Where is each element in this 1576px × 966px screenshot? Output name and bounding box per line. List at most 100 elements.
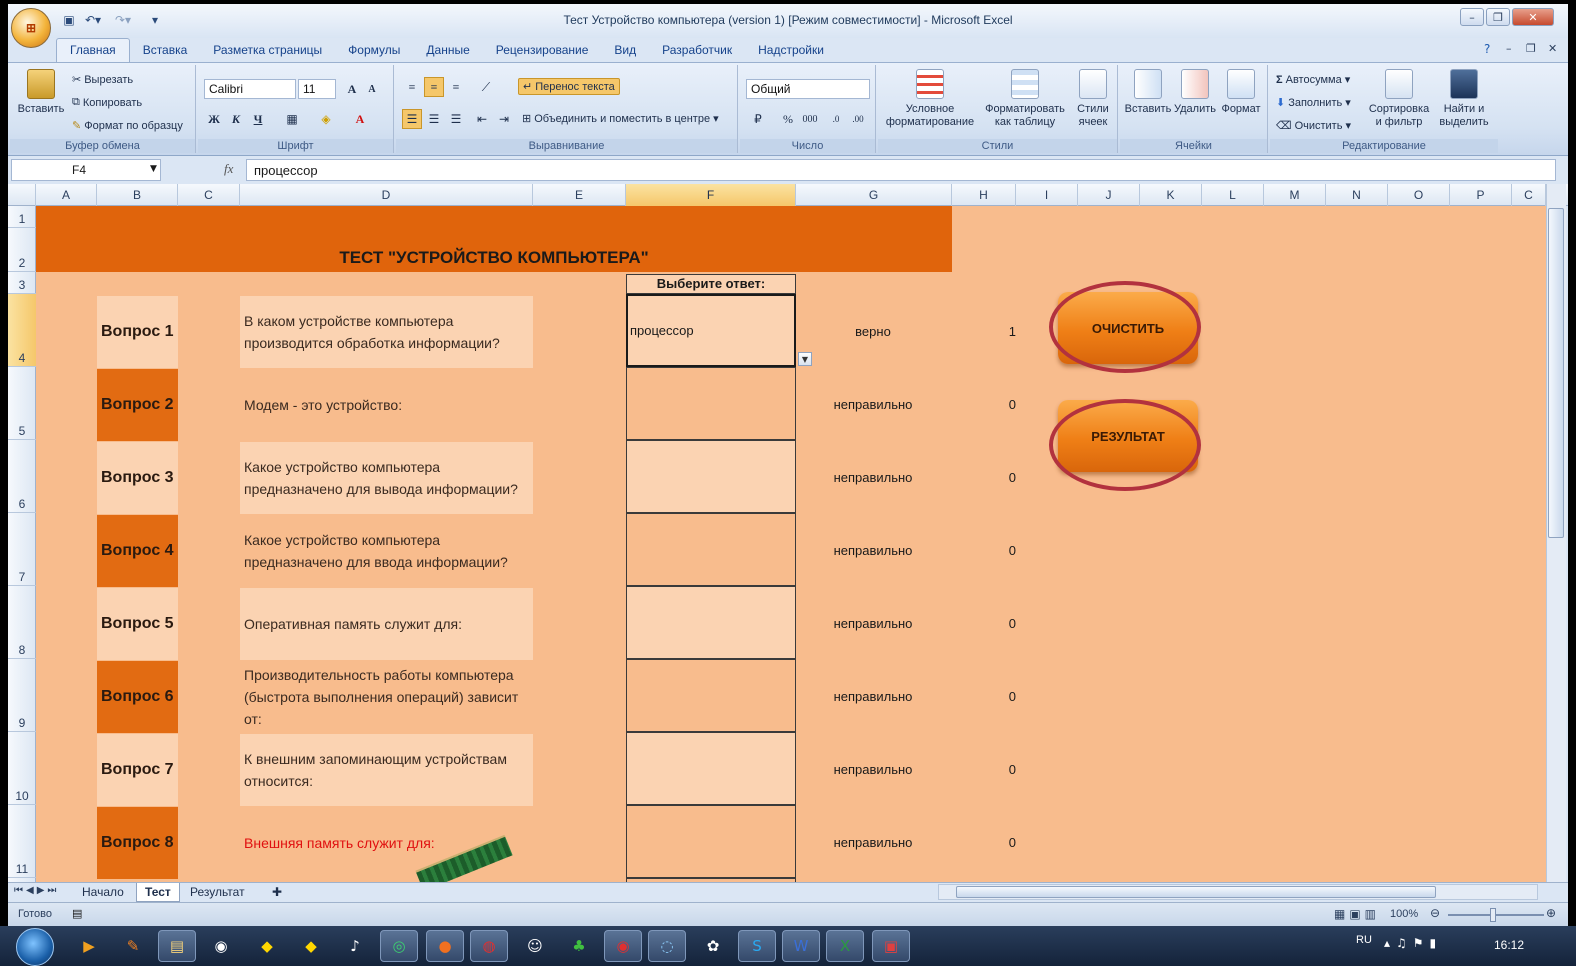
- format-cells-button[interactable]: Формат: [1218, 69, 1264, 116]
- vertical-scroll-thumb[interactable]: [1548, 208, 1564, 538]
- column-header[interactable]: N: [1326, 184, 1388, 206]
- row-header[interactable]: 11: [8, 805, 36, 878]
- sheet-tab-start[interactable]: Начало: [74, 883, 132, 902]
- wrap-text-button[interactable]: ↵ Перенос текста: [518, 78, 620, 95]
- answer-cell[interactable]: [626, 659, 796, 732]
- italic-button[interactable]: К: [226, 109, 246, 129]
- column-header[interactable]: G: [796, 184, 952, 206]
- answer-cell[interactable]: [626, 805, 796, 878]
- number-format-select[interactable]: Общий: [746, 79, 870, 99]
- insert-sheet-icon[interactable]: ✚: [264, 883, 290, 902]
- column-header[interactable]: B: [97, 184, 178, 206]
- zoom-out-icon[interactable]: ⊖: [1430, 906, 1440, 920]
- sheet-nav-arrows-icon[interactable]: ⏮◀▶⏭: [14, 885, 59, 896]
- answer-cell[interactable]: [626, 732, 796, 805]
- tray-icons[interactable]: ▴♫⚑▮: [1384, 936, 1442, 950]
- align-middle-icon[interactable]: ≡: [424, 77, 444, 97]
- app-icon[interactable]: ▣: [872, 930, 910, 962]
- format-painter-button[interactable]: ✎ Формат по образцу: [72, 119, 183, 133]
- tab-home[interactable]: Главная: [56, 38, 130, 62]
- align-right-icon[interactable]: ☰: [446, 109, 466, 129]
- font-name-select[interactable]: Calibri: [204, 79, 296, 99]
- media-player-icon[interactable]: ▶: [70, 930, 108, 962]
- doc-close-icon[interactable]: ✕: [1548, 42, 1557, 55]
- row-header-selected[interactable]: 4: [8, 294, 36, 367]
- office-button[interactable]: ⊞: [11, 8, 51, 48]
- zoom-slider-thumb[interactable]: [1490, 908, 1496, 922]
- language-indicator[interactable]: RU: [1356, 934, 1372, 946]
- tab-addins[interactable]: Надстройки: [745, 39, 837, 62]
- row-header[interactable]: 8: [8, 586, 36, 659]
- find-select-button[interactable]: Найти и выделить: [1434, 69, 1494, 129]
- column-header[interactable]: P: [1450, 184, 1512, 206]
- zoom-in-icon[interactable]: ⊕: [1546, 906, 1556, 920]
- fx-icon[interactable]: fx: [224, 161, 233, 177]
- column-header[interactable]: K: [1140, 184, 1202, 206]
- name-box[interactable]: F4: [11, 159, 161, 181]
- column-header[interactable]: M: [1264, 184, 1326, 206]
- speaker-icon[interactable]: ♪: [336, 930, 374, 962]
- column-header[interactable]: E: [533, 184, 626, 206]
- column-header[interactable]: D: [240, 184, 533, 206]
- app-icon[interactable]: ◆: [292, 930, 330, 962]
- zoom-slider[interactable]: [1448, 914, 1544, 916]
- sort-filter-button[interactable]: Сортировка и фильтр: [1366, 69, 1432, 129]
- worksheet[interactable]: ТЕСТ "УСТРОЙСТВО КОМПЬЮТЕРА" Выберите от…: [36, 206, 1546, 882]
- column-header[interactable]: C: [178, 184, 240, 206]
- conditional-formatting-button[interactable]: Условное форматирование: [882, 69, 978, 129]
- grow-font-icon[interactable]: A: [342, 79, 362, 99]
- tab-formulas[interactable]: Формулы: [335, 39, 413, 62]
- sheet-tab-result[interactable]: Результат: [182, 883, 253, 902]
- minimize-button[interactable]: –: [1460, 8, 1484, 26]
- start-button[interactable]: [16, 928, 54, 966]
- skype-icon[interactable]: S: [738, 930, 776, 962]
- app-icon[interactable]: ◌: [648, 930, 686, 962]
- answer-cell[interactable]: [626, 440, 796, 513]
- app-icon[interactable]: ◉: [604, 930, 642, 962]
- formula-input[interactable]: процессор: [246, 159, 1556, 181]
- column-header[interactable]: J: [1078, 184, 1140, 206]
- app-icon[interactable]: ☺: [516, 930, 554, 962]
- merge-center-button[interactable]: ⊞ Объединить и поместить в центре ▾: [522, 112, 719, 126]
- column-header[interactable]: H: [952, 184, 1016, 206]
- help-icon[interactable]: ?: [1484, 42, 1490, 56]
- app-icon[interactable]: ◆: [248, 930, 286, 962]
- tab-developer[interactable]: Разработчик: [649, 39, 745, 62]
- autosum-button[interactable]: Σ Автосумма ▾: [1276, 73, 1350, 87]
- answer-cell[interactable]: [626, 513, 796, 586]
- answer-cell-selected[interactable]: процессор: [626, 294, 796, 367]
- row-header[interactable]: 5: [8, 367, 36, 440]
- align-left-icon[interactable]: ☰: [402, 109, 422, 129]
- align-top-icon[interactable]: ≡: [402, 77, 422, 97]
- column-header-selected[interactable]: F: [626, 184, 796, 206]
- row-header[interactable]: 2: [8, 228, 36, 272]
- explorer-icon[interactable]: ▤: [158, 930, 196, 962]
- tab-page-layout[interactable]: Разметка страницы: [200, 39, 335, 62]
- decrease-decimal-icon[interactable]: .00: [848, 109, 868, 129]
- excel-icon[interactable]: X: [826, 930, 864, 962]
- increase-indent-icon[interactable]: ⇥: [494, 109, 514, 129]
- clock[interactable]: 16:12: [1494, 938, 1524, 952]
- zoom-level[interactable]: 100%: [1390, 908, 1418, 920]
- shrink-font-icon[interactable]: A: [362, 79, 382, 99]
- align-bottom-icon[interactable]: ≡: [446, 77, 466, 97]
- word-icon[interactable]: W: [782, 930, 820, 962]
- doc-minimize-icon[interactable]: –: [1506, 42, 1512, 55]
- firefox-icon[interactable]: ●: [426, 930, 464, 962]
- copy-button[interactable]: ⧉ Копировать: [72, 96, 142, 109]
- currency-icon[interactable]: ₽: [748, 109, 768, 129]
- bold-button[interactable]: Ж: [204, 109, 224, 129]
- column-header[interactable]: O: [1388, 184, 1450, 206]
- fill-button[interactable]: ⬇ Заполнить ▾: [1276, 96, 1351, 110]
- app-icon[interactable]: ♣: [560, 930, 598, 962]
- borders-icon[interactable]: ▦: [282, 109, 302, 129]
- insert-cells-button[interactable]: Вставить: [1124, 69, 1172, 116]
- doc-restore-icon[interactable]: ❐: [1526, 42, 1536, 55]
- column-header[interactable]: C: [1512, 184, 1546, 206]
- dropdown-arrow-icon[interactable]: ▼: [798, 352, 812, 366]
- font-color-icon[interactable]: A: [350, 109, 370, 129]
- orientation-icon[interactable]: ⟋: [476, 77, 496, 97]
- paste-button[interactable]: Вставить: [16, 69, 66, 116]
- view-mode-icon[interactable]: ▦▣▥: [1334, 907, 1380, 921]
- column-header[interactable]: L: [1202, 184, 1264, 206]
